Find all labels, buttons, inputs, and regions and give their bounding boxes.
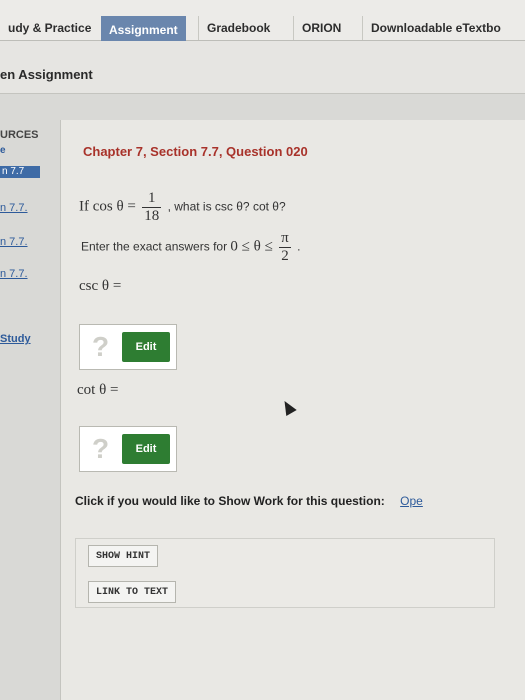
range-denominator: 2 bbox=[281, 248, 289, 264]
sidebar-link[interactable]: n 7.7. bbox=[0, 236, 28, 248]
range-numerator: π bbox=[279, 230, 291, 248]
question-title: Chapter 7, Section 7.7, Question 020 bbox=[83, 144, 308, 159]
sidebar-active-link[interactable]: n 7.7 bbox=[0, 166, 40, 178]
tab-assignment[interactable]: Assignment bbox=[101, 16, 186, 44]
show-hint-button[interactable]: SHOW HINT bbox=[88, 545, 159, 567]
question-mark-icon: ? bbox=[92, 433, 110, 464]
sidebar-link[interactable]: n 7.7. bbox=[0, 268, 28, 280]
resources-sidebar: URCES e n 7.7 n 7.7. n 7.7. n 7.7. Study bbox=[0, 120, 60, 700]
cot-label: cot θ = bbox=[77, 382, 119, 398]
sidebar-link[interactable]: n 7.7. bbox=[0, 202, 28, 214]
study-link[interactable]: Study bbox=[0, 333, 31, 345]
link-to-text-button[interactable]: LINK TO TEXT bbox=[88, 581, 177, 603]
open-show-work-link[interactable]: Ope bbox=[400, 494, 423, 508]
edit-button[interactable]: Edit bbox=[122, 332, 170, 362]
sidebar-mark: e bbox=[0, 145, 6, 156]
tab-orion[interactable]: ORION bbox=[293, 16, 349, 40]
range-fraction: π 2 bbox=[279, 230, 291, 265]
page-header: en Assignment bbox=[0, 41, 525, 94]
cos-expression: If cos θ = bbox=[79, 198, 136, 215]
hint-box: SHOW HINT LINK TO TEXT bbox=[75, 538, 495, 608]
cos-fraction: 1 18 bbox=[142, 190, 162, 225]
fraction-denominator: 18 bbox=[144, 208, 160, 224]
question-mark-icon: ? bbox=[92, 331, 110, 362]
range-end: . bbox=[297, 239, 301, 254]
tab-gradebook[interactable]: Gradebook bbox=[198, 16, 278, 40]
top-navigation: udy & Practice Assignment Gradebook ORIO… bbox=[0, 0, 525, 44]
resources-heading: URCES bbox=[0, 129, 39, 141]
edit-button[interactable]: Edit bbox=[122, 434, 170, 464]
csc-label: csc θ = bbox=[79, 278, 122, 294]
cot-answer-box[interactable]: ? Edit bbox=[79, 426, 177, 472]
fraction-numerator: 1 bbox=[142, 190, 162, 208]
show-work-prompt: Click if you would like to Show Work for… bbox=[75, 494, 423, 508]
range-expression: 0 ≤ θ ≤ bbox=[230, 238, 273, 255]
enter-text: Enter the exact answers for bbox=[81, 239, 228, 254]
tab-study-practice[interactable]: udy & Practice bbox=[0, 16, 99, 40]
question-prompt: If cos θ = 1 18 , what is csc θ? cot θ? bbox=[79, 190, 286, 225]
range-instruction: Enter the exact answers for 0 ≤ θ ≤ π 2 … bbox=[81, 230, 300, 265]
question-ask: , what is csc θ? cot θ? bbox=[167, 199, 286, 214]
csc-answer-box[interactable]: ? Edit bbox=[79, 324, 177, 370]
page-title: en Assignment bbox=[0, 67, 93, 82]
tab-downloadable-etextbook[interactable]: Downloadable eTextbo bbox=[362, 16, 509, 40]
show-work-text: Click if you would like to Show Work for… bbox=[75, 494, 385, 508]
